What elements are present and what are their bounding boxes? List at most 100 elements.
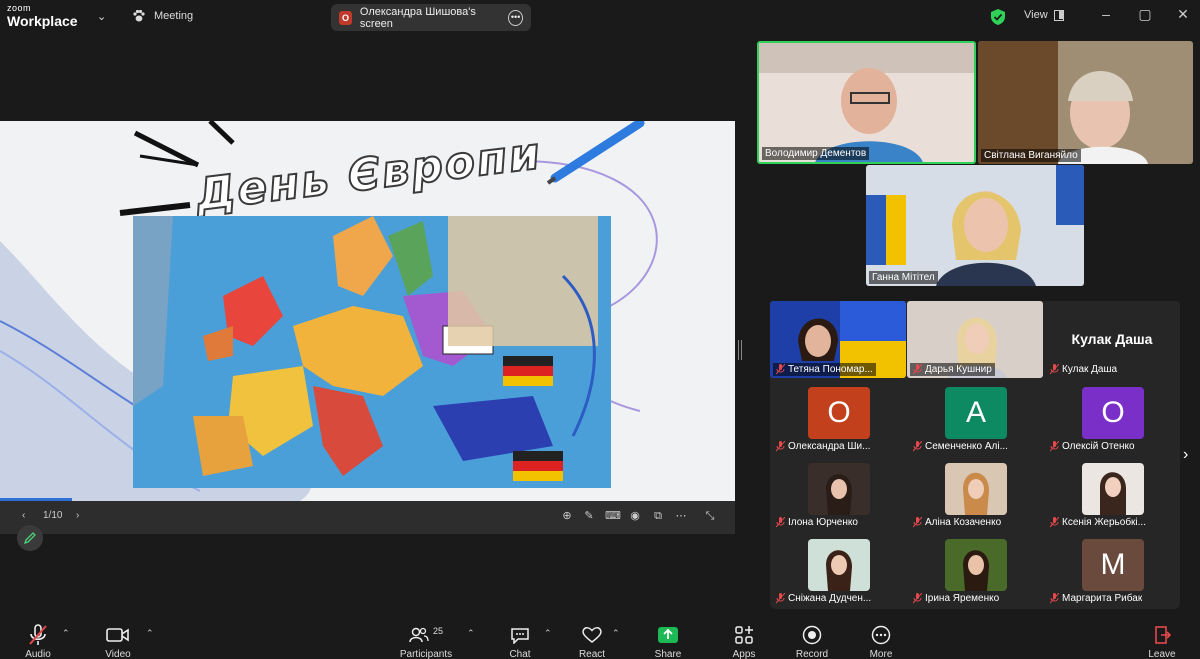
meeting-tab[interactable]: Meeting [132,9,193,23]
participant-tile[interactable]: Ірина Яременко [907,533,1043,609]
chat-options-caret[interactable]: ⌃ [544,628,552,639]
participants-icon-group: 25 [409,624,443,646]
chevron-down-icon[interactable]: ⌄ [97,10,106,23]
avatar-initial: M [1082,539,1144,591]
zoom-in-icon[interactable]: ⊕ [560,509,574,523]
meeting-toolbar: Audio ⌃ Video ⌃ 25 Participants ⌃ Chat ⌃… [0,614,1200,659]
participant-tile[interactable]: A Семенченко Алі... [907,381,1043,457]
mic-off-icon [1050,593,1059,604]
avatar-initial: O [1082,387,1144,439]
avatar-photo [1082,463,1144,515]
video-options-caret[interactable]: ⌃ [146,628,154,639]
annotation-pen-button[interactable] [17,525,43,551]
audio-options-caret[interactable]: ⌃ [62,628,70,639]
participant-video [866,165,1084,286]
video-tile[interactable]: Світлана Виганяйло [978,41,1193,164]
mic-muted-icon [28,624,48,646]
mic-off-icon [913,441,922,452]
participant-name-row: Ксенія Жерьобкі... [1050,517,1146,528]
layout-icon [1053,9,1064,21]
participants-icon [409,627,429,643]
security-shield-icon[interactable] [990,8,1006,26]
more-options-icon[interactable]: ••• [508,9,523,26]
close-icon[interactable]: ✕ [1173,6,1193,23]
participant-tile[interactable]: Сніжана Дудчен... [770,533,906,609]
title-bar: zoom Workplace ⌄ Meeting O Олександра Ши… [0,0,1200,36]
zoom-workplace-logo[interactable]: zoom Workplace [7,4,78,29]
next-slide-icon[interactable]: › [76,510,79,521]
apps-button[interactable]: Apps [714,624,774,659]
maximize-icon[interactable]: ▢ [1135,6,1155,23]
video-tile-speaker[interactable]: Володимир Дементов [757,41,976,164]
leave-label: Leave [1148,649,1176,659]
more-icon[interactable]: ⋯ [674,509,688,523]
broadcast-icon[interactable]: ◉ [628,509,642,523]
video-tile-no-video[interactable]: Кулак Даша Кулак Даша [1044,301,1180,378]
record-icon [802,624,822,646]
screen-share-indicator[interactable]: O Олександра Шишова's screen ••• [331,4,531,31]
annotate-icon[interactable]: ✎ [582,509,596,523]
participant-tile[interactable]: O Олексій Отенко [1044,381,1180,457]
avatar-photo [945,539,1007,591]
participant-name-row: Дарья Кушнир [910,363,995,376]
participant-tile[interactable]: O Олександра Ши... [770,381,906,457]
shared-screen-slide: День Європи [0,121,735,501]
pen-icon [23,532,36,545]
mic-off-icon [913,517,922,528]
more-button[interactable]: More [851,624,911,659]
audio-button[interactable]: Audio [8,624,68,659]
participants-button[interactable]: 25 Participants [396,624,456,659]
video-tile[interactable]: Дарья Кушнир [907,301,1043,378]
participant-name: Олексій Отенко [1062,441,1135,452]
video-camera-icon [106,624,130,646]
mic-off-icon [776,441,785,452]
share-button[interactable]: Share [638,624,698,659]
view-label: View [1024,9,1048,21]
view-button[interactable]: View [1024,9,1064,21]
more-label: More [869,649,893,659]
share-screen-icon [657,624,679,646]
participant-video [759,43,974,162]
leave-door-icon [1152,624,1172,646]
participant-display-title: Кулак Даша [1071,331,1153,347]
video-tile[interactable]: Ганна Мітітел [866,165,1084,286]
chat-button[interactable]: Chat [490,624,550,659]
participant-tile[interactable]: M Маргарита Рибак [1044,533,1180,609]
minimize-icon[interactable]: – [1096,6,1116,22]
participant-name-row: Ілона Юрченко [776,517,858,528]
next-page-icon[interactable]: › [1183,446,1188,464]
record-button[interactable]: Record [782,624,842,659]
avatar-photo [808,463,870,515]
participant-name: Дарья Кушнир [925,364,992,375]
video-label: Video [105,649,131,659]
apps-icon [734,624,754,646]
participant-video [978,41,1193,164]
participant-name: Світлана Виганяйло [981,149,1081,162]
participant-tile[interactable]: Ксенія Жерьобкі... [1044,457,1180,533]
avatar-photo [808,539,870,591]
audio-label: Audio [25,649,51,659]
heart-icon [581,624,603,646]
participants-options-caret[interactable]: ⌃ [467,628,475,639]
participant-tile[interactable]: Ілона Юрченко [770,457,906,533]
video-tile[interactable]: Тетяна Пономар... [770,301,906,378]
exit-fullscreen-icon[interactable]: ⤡ [703,509,717,523]
leave-button[interactable]: Leave [1132,624,1192,659]
react-options-caret[interactable]: ⌃ [612,628,620,639]
gallery-panel: Тетяна Пономар... Дарья Кушнир Кулак Даш… [770,301,1180,609]
video-button[interactable]: Video [88,624,148,659]
mic-off-icon [913,364,922,375]
splitter-handle[interactable] [738,340,742,360]
keyboard-icon[interactable]: ⌨ [605,509,621,523]
window-icon[interactable]: ⧉ [651,509,665,523]
europe-map-image [133,216,611,488]
participant-tile[interactable]: Аліна Козаченко [907,457,1043,533]
avatar-initial: O [808,387,870,439]
participant-name: Аліна Козаченко [925,517,1002,528]
previous-slide-icon[interactable]: ‹ [22,510,25,521]
participant-name: Маргарита Рибак [1062,593,1143,604]
mic-off-icon [1050,517,1059,528]
participant-name-row: Семенченко Алі... [913,441,1008,452]
mic-off-icon [776,364,785,375]
slide-page-counter: 1/10 [43,510,63,521]
